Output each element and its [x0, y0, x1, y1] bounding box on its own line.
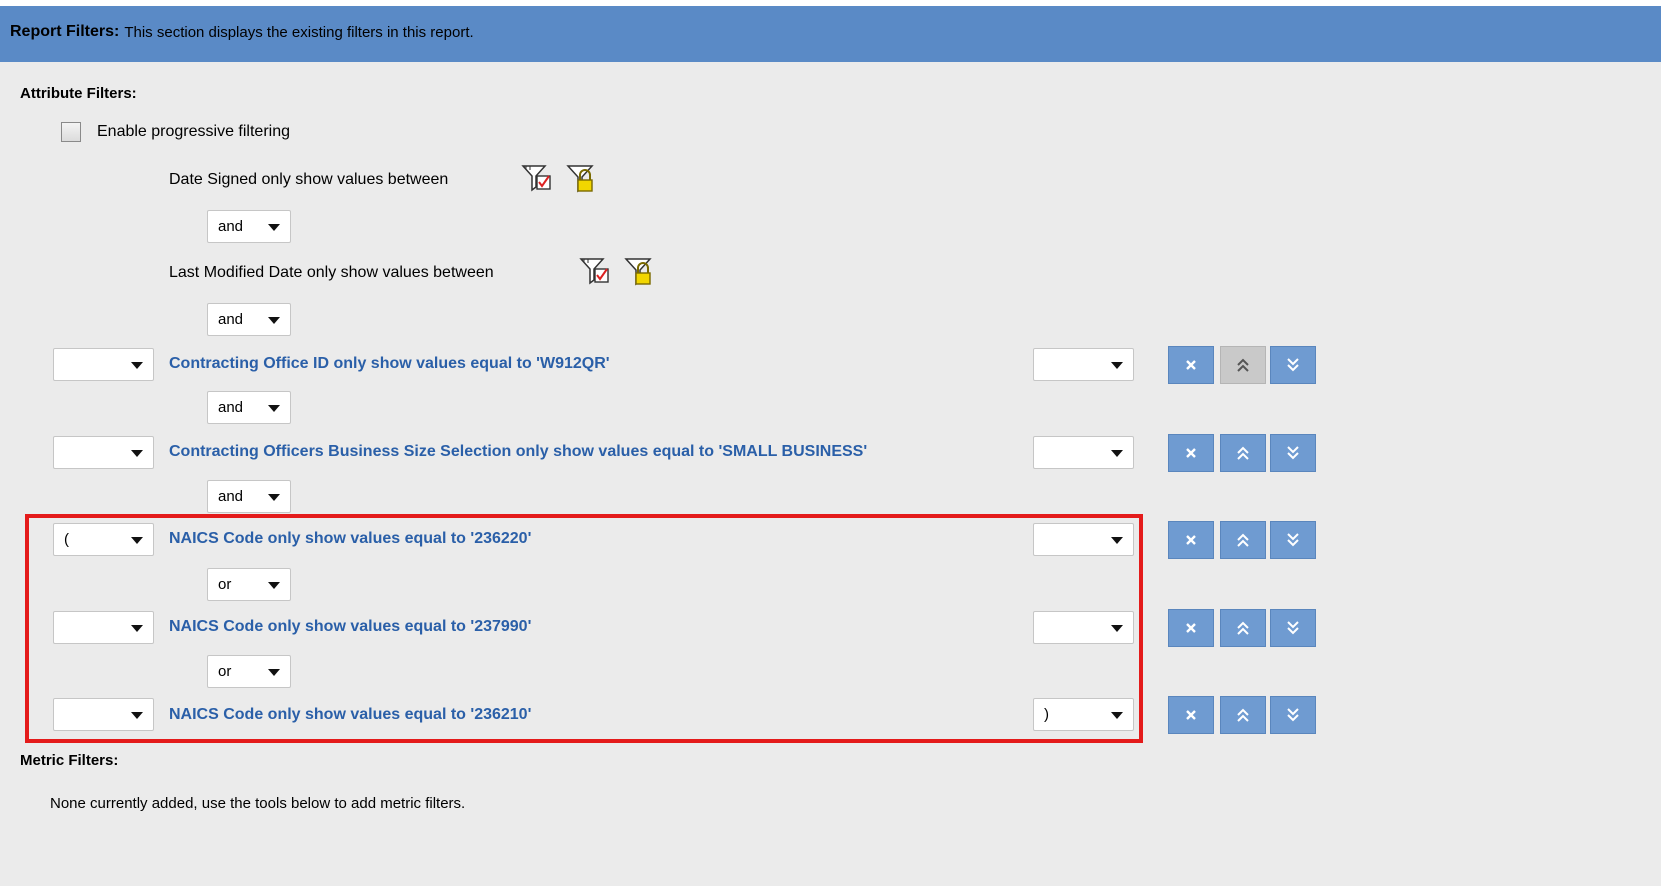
delete-filter-button[interactable] [1168, 609, 1214, 647]
close-paren-select[interactable] [1033, 436, 1134, 469]
move-up-button[interactable] [1220, 434, 1266, 472]
chevron-down-icon [1111, 450, 1123, 457]
chevron-down-icon [131, 712, 143, 719]
connector-select-date-signed[interactable]: and [207, 210, 291, 243]
move-down-button[interactable] [1270, 521, 1316, 559]
chevron-down-icon [268, 317, 280, 324]
connector-select[interactable]: and [207, 391, 291, 424]
connector-select[interactable]: or [207, 655, 291, 688]
connector-select-value: and [218, 311, 244, 328]
double-chevron-up-icon [1237, 358, 1249, 372]
connector-select-value: and [218, 399, 244, 416]
double-chevron-up-icon [1237, 708, 1249, 722]
filter-edit-icon[interactable] [579, 256, 613, 286]
report-filters-title: Report Filters: [10, 23, 120, 40]
metric-filters-empty-text: None currently added, use the tools belo… [50, 795, 466, 812]
report-filters-header: Report Filters: This section displays th… [0, 0, 1661, 62]
chevron-down-icon [131, 450, 143, 457]
connector-select[interactable]: and [207, 480, 291, 513]
chevron-down-icon [131, 625, 143, 632]
move-down-button[interactable] [1270, 609, 1316, 647]
filter-link-business-size[interactable]: Contracting Officers Business Size Selec… [169, 443, 867, 461]
progressive-filtering-checkbox[interactable] [61, 122, 81, 142]
move-down-button[interactable] [1270, 696, 1316, 734]
chevron-down-icon [1111, 537, 1123, 544]
close-paren-select[interactable] [1033, 348, 1134, 381]
chevron-down-icon [268, 669, 280, 676]
close-paren-value: ) [1044, 706, 1049, 723]
double-chevron-up-icon [1237, 533, 1249, 547]
connector-select[interactable]: or [207, 568, 291, 601]
delete-filter-button[interactable] [1168, 346, 1214, 384]
connector-select-value: or [218, 576, 232, 593]
connector-select-value: or [218, 663, 232, 680]
close-paren-select[interactable]: ) [1033, 698, 1134, 731]
close-icon [1186, 448, 1196, 458]
chevron-down-icon [1111, 362, 1123, 369]
double-chevron-up-icon [1237, 621, 1249, 635]
open-paren-select[interactable] [53, 348, 154, 381]
double-chevron-down-icon [1287, 621, 1299, 635]
chevron-down-icon [131, 362, 143, 369]
move-up-button[interactable] [1220, 346, 1266, 384]
filter-link-contracting-office-id[interactable]: Contracting Office ID only show values e… [169, 355, 610, 373]
delete-filter-button[interactable] [1168, 696, 1214, 734]
fixed-filter-date-signed: Date Signed only show values between [169, 171, 449, 188]
connector-select-value: and [218, 218, 244, 235]
open-paren-select[interactable] [53, 436, 154, 469]
connector-select-value: and [218, 488, 244, 505]
filter-link-naics-236220[interactable]: NAICS Code only show values equal to '23… [169, 530, 531, 548]
move-up-button[interactable] [1220, 696, 1266, 734]
double-chevron-up-icon [1237, 446, 1249, 460]
delete-filter-button[interactable] [1168, 521, 1214, 559]
open-paren-select[interactable] [53, 698, 154, 731]
chevron-down-icon [268, 405, 280, 412]
close-paren-select[interactable] [1033, 611, 1134, 644]
filter-edit-icon[interactable] [521, 163, 555, 193]
close-paren-select[interactable] [1033, 523, 1134, 556]
close-icon [1186, 623, 1196, 633]
chevron-down-icon [1111, 625, 1123, 632]
double-chevron-down-icon [1287, 358, 1299, 372]
chevron-down-icon [268, 224, 280, 231]
delete-filter-button[interactable] [1168, 434, 1214, 472]
progressive-filtering-label: Enable progressive filtering [97, 123, 290, 140]
move-up-button[interactable] [1220, 609, 1266, 647]
move-up-button[interactable] [1220, 521, 1266, 559]
move-down-button[interactable] [1270, 346, 1316, 384]
open-paren-select[interactable]: ( [53, 523, 154, 556]
filter-link-naics-236210[interactable]: NAICS Code only show values equal to '23… [169, 706, 531, 724]
metric-filters-title: Metric Filters: [20, 752, 119, 769]
filter-lock-icon[interactable] [624, 256, 656, 286]
fixed-filter-last-modified: Last Modified Date only show values betw… [169, 264, 494, 281]
connector-select-last-modified[interactable]: and [207, 303, 291, 336]
close-icon [1186, 710, 1196, 720]
open-paren-value: ( [64, 531, 69, 548]
double-chevron-down-icon [1287, 708, 1299, 722]
double-chevron-down-icon [1287, 533, 1299, 547]
filter-link-naics-237990[interactable]: NAICS Code only show values equal to '23… [169, 618, 531, 636]
move-down-button[interactable] [1270, 434, 1316, 472]
attribute-filters-title: Attribute Filters: [20, 85, 137, 102]
chevron-down-icon [1111, 712, 1123, 719]
filter-lock-icon[interactable] [566, 163, 598, 193]
report-filters-description: This section displays the existing filte… [124, 23, 474, 41]
close-icon [1186, 360, 1196, 370]
open-paren-select[interactable] [53, 611, 154, 644]
close-icon [1186, 535, 1196, 545]
chevron-down-icon [131, 537, 143, 544]
chevron-down-icon [268, 494, 280, 501]
double-chevron-down-icon [1287, 446, 1299, 460]
chevron-down-icon [268, 582, 280, 589]
